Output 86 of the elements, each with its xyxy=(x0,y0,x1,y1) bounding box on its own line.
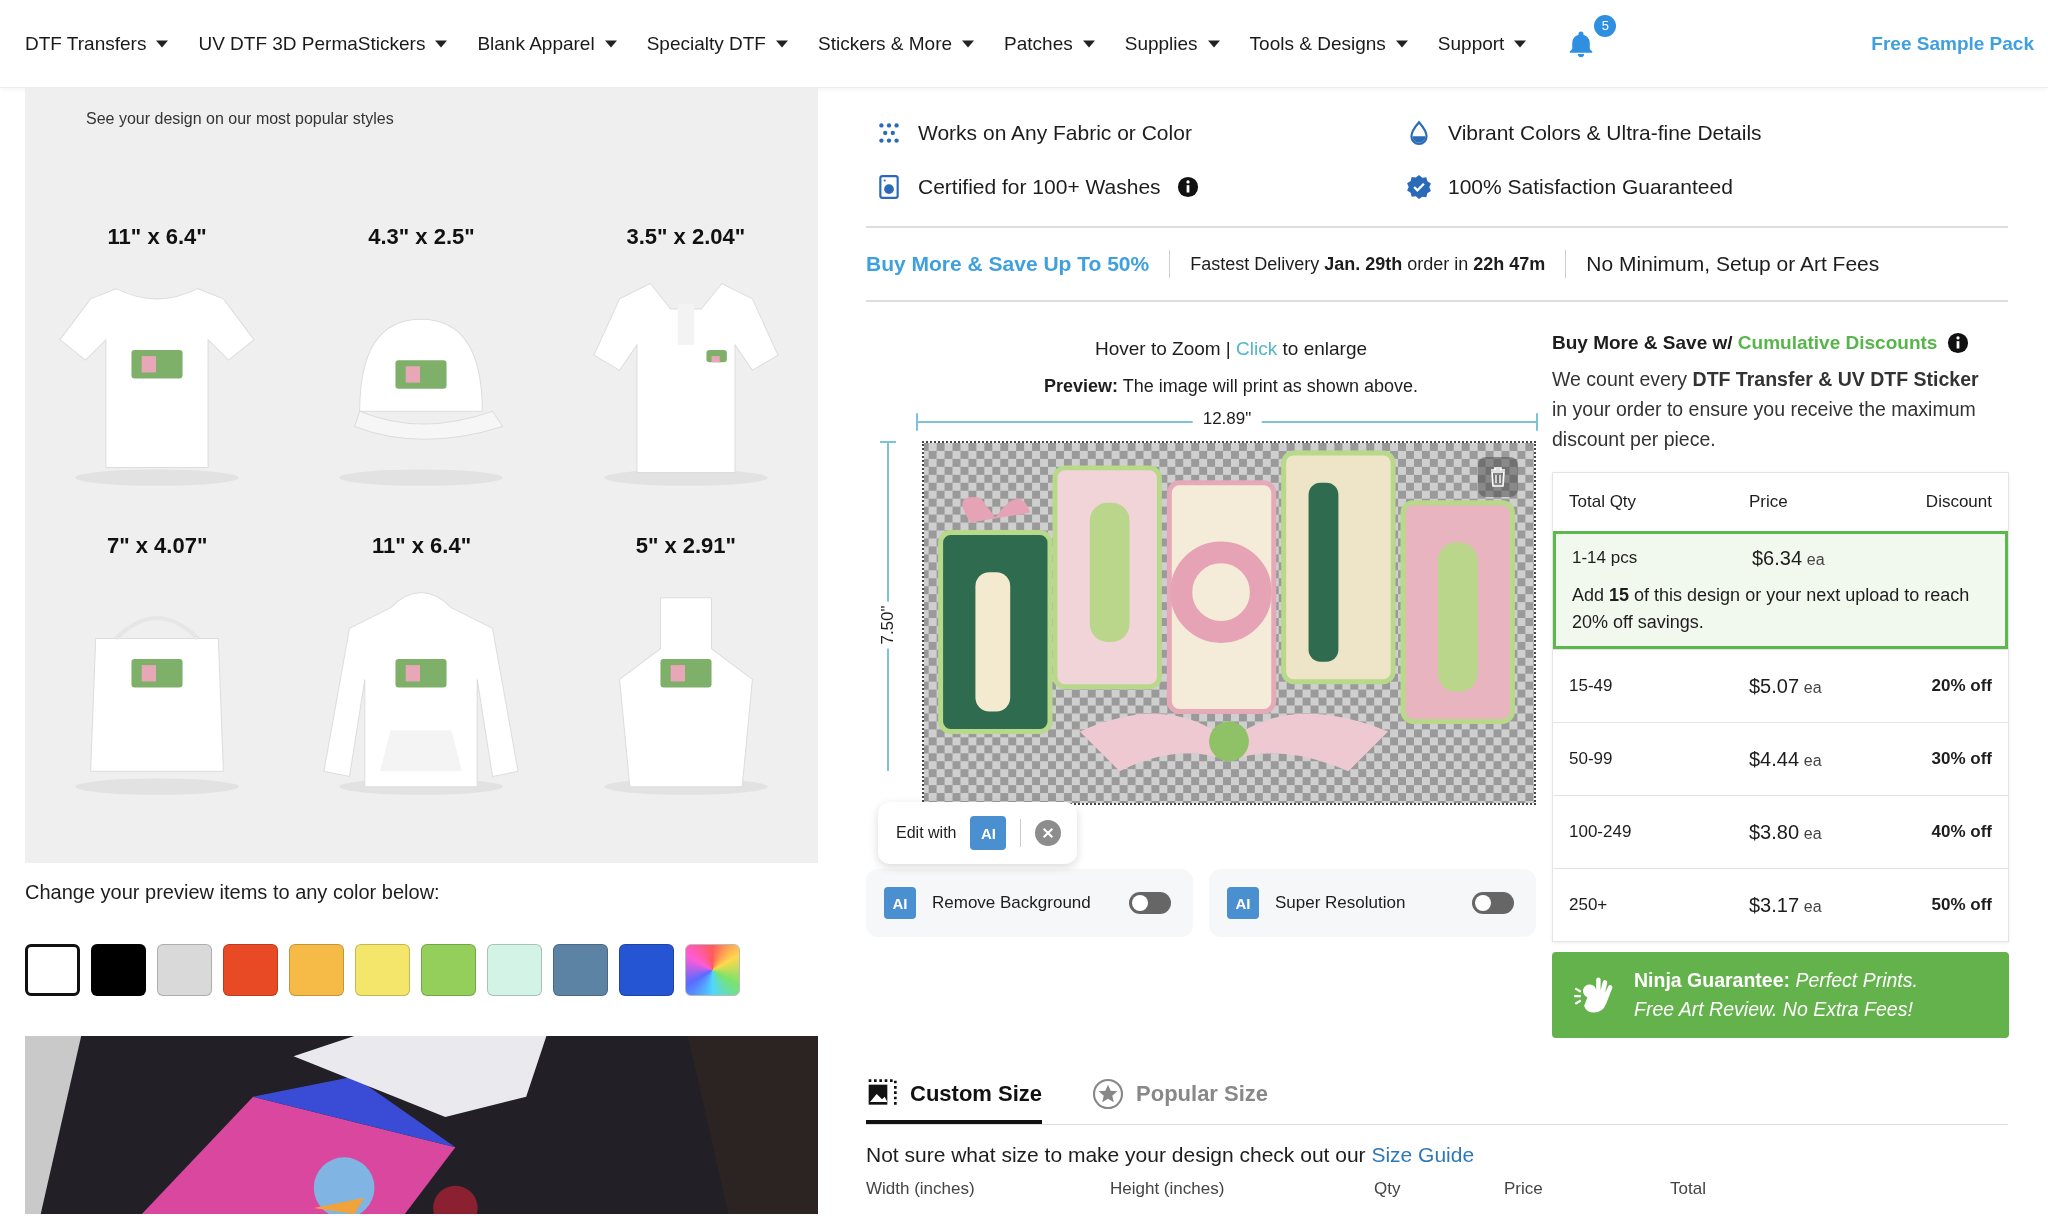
size-label: 11" x 6.4" xyxy=(107,224,207,250)
quantity-range: 100-249 xyxy=(1569,822,1633,842)
zoom-hint: Hover to Zoom | Click to enlarge xyxy=(1093,338,1369,360)
caret-icon xyxy=(435,39,448,48)
unit-price: $3.17 ea xyxy=(1749,893,1823,917)
mockup-hint: See your design on our most popular styles xyxy=(85,110,395,128)
unit-price: $6.34 ea xyxy=(1752,546,1826,570)
column-header: Width (inches) xyxy=(866,1179,976,1199)
column-header: Height (inches) xyxy=(1110,1179,1226,1199)
price-tier-row[interactable]: 250+ $3.17 ea 50% off xyxy=(1553,868,2008,941)
size-label: 4.3" x 2.5" xyxy=(368,224,475,250)
toggle-switch[interactable] xyxy=(1129,892,1171,914)
nav-menu-item[interactable]: Tools & Designs xyxy=(1249,32,1408,55)
discount-heading: Buy More & Save w/ xyxy=(1552,332,1734,354)
size-tab[interactable]: Custom Size xyxy=(866,1078,1043,1124)
discount-percent: 50% off xyxy=(1931,895,1992,915)
color-picker-label: Change your preview items to any color below: xyxy=(25,881,441,904)
toggle-switch[interactable] xyxy=(1472,892,1514,914)
discount-percent: 30% off xyxy=(1931,749,1992,769)
unit-price: $5.07 ea xyxy=(1749,674,1823,698)
preview-caption: Preview: The image will print as shown above. xyxy=(1043,376,1419,397)
info-icon[interactable] xyxy=(1947,332,1970,354)
caret-icon xyxy=(1395,39,1408,48)
ai-badge: AI xyxy=(884,887,916,919)
size-tab[interactable]: Popular Size xyxy=(1092,1078,1269,1124)
size-guide-text: Not sure what size to make your design check out our Size Guide xyxy=(866,1143,1476,1167)
dots-icon xyxy=(876,120,902,146)
size-label: 3.5" x 2.04" xyxy=(626,224,746,250)
fees-info: No Minimum, Setup or Art Fees xyxy=(1586,252,1880,276)
delivery-info: Fastest Delivery Jan. 29th order in 22h 47m xyxy=(1190,253,1546,275)
column-header: Total Qty xyxy=(1569,492,1638,512)
price-tier-row[interactable]: 15-49 $5.07 ea 20% off xyxy=(1553,649,2008,722)
verified-badge-icon xyxy=(1406,174,1432,200)
notification-badge: 5 xyxy=(1594,14,1617,37)
option-label: Super Resolution xyxy=(1275,893,1406,913)
column-header: Discount xyxy=(1925,492,1992,512)
column-header: Price xyxy=(1504,1179,1544,1199)
color-swatch[interactable] xyxy=(25,944,80,996)
quantity-range: 15-49 xyxy=(1569,676,1614,696)
caret-icon xyxy=(1082,39,1095,48)
feature-text: Vibrant Colors & Ultra-fine Details xyxy=(1448,121,1762,145)
discount-percent: 20% off xyxy=(1931,676,1992,696)
size-label: 5" x 2.91" xyxy=(635,533,736,559)
close-icon[interactable] xyxy=(1035,820,1062,846)
nav-menu-item[interactable]: DTF Transfers xyxy=(25,32,169,55)
quantity-range: 1-14 pcs xyxy=(1572,548,1639,568)
edit-with-label: Edit with xyxy=(896,824,957,842)
quantity-range: 250+ xyxy=(1569,895,1609,915)
size-guide-link[interactable]: Size Guide xyxy=(1371,1143,1475,1166)
discount-percent: 40% off xyxy=(1931,822,1992,842)
info-icon[interactable] xyxy=(1176,176,1199,198)
option-label: Remove Background xyxy=(932,893,1091,913)
price-tier-row[interactable]: 1-14 pcs $6.34 ea Add 15 of this design or your next upload to reach 20% off savings. xyxy=(1553,531,2008,649)
unit-price: $3.80 ea xyxy=(1749,820,1823,844)
caret-icon xyxy=(962,39,975,48)
ai-badge: AI xyxy=(1227,887,1259,919)
nav-menu-item[interactable]: Stickers & More xyxy=(817,32,975,55)
column-header: Price xyxy=(1749,492,1789,512)
caret-icon xyxy=(1514,39,1527,48)
feature-text: Works on Any Fabric or Color xyxy=(918,121,1192,145)
nav-menu-item[interactable]: Supplies xyxy=(1124,32,1220,55)
size-label: 7" x 4.07" xyxy=(106,533,208,559)
feature-text: 100% Satisfaction Guaranteed xyxy=(1448,175,1733,199)
nav-menu-item[interactable]: Support xyxy=(1437,32,1527,55)
quantity-range: 50-99 xyxy=(1569,749,1614,769)
nav-menu-item[interactable]: Blank Apparel xyxy=(477,32,617,55)
size-label: 11" x 6.4" xyxy=(371,533,472,559)
savings-note: Add 15 of this design or your next upload to reach 20% off savings. xyxy=(1571,584,1971,634)
nav-menu-item[interactable]: Specialty DTF xyxy=(646,32,788,55)
color-swatch[interactable] xyxy=(685,944,740,996)
washer-icon xyxy=(876,174,902,200)
discount-description: We count every DTF Transfer & UV DTF Sticker in your order to ensure you receive the maximum discount per piece. xyxy=(1552,367,1980,452)
feature-text: Certified for 100+ Washes xyxy=(918,175,1161,199)
guarantee-text: Ninja Guarantee: Perfect Prints. Free Art Review. No Extra Fees! xyxy=(1634,968,1919,1022)
unit-price: $4.44 ea xyxy=(1749,747,1823,771)
column-header: Total xyxy=(1670,1179,1706,1199)
column-header: Qty xyxy=(1374,1179,1402,1199)
nav-menu-item[interactable]: Patches xyxy=(1004,32,1095,55)
caret-icon xyxy=(775,39,788,48)
price-tier-row[interactable]: 100-249 $3.80 ea 40% off xyxy=(1553,795,2008,868)
nav-menu-item[interactable]: UV DTF 3D PermaStickers xyxy=(198,32,448,55)
trash-icon[interactable] xyxy=(1478,457,1518,497)
caret-icon xyxy=(156,39,169,48)
price-tier-row[interactable]: 50-99 $4.44 ea 30% off xyxy=(1553,722,2008,795)
caret-icon xyxy=(1207,39,1220,48)
caret-icon xyxy=(604,39,617,48)
